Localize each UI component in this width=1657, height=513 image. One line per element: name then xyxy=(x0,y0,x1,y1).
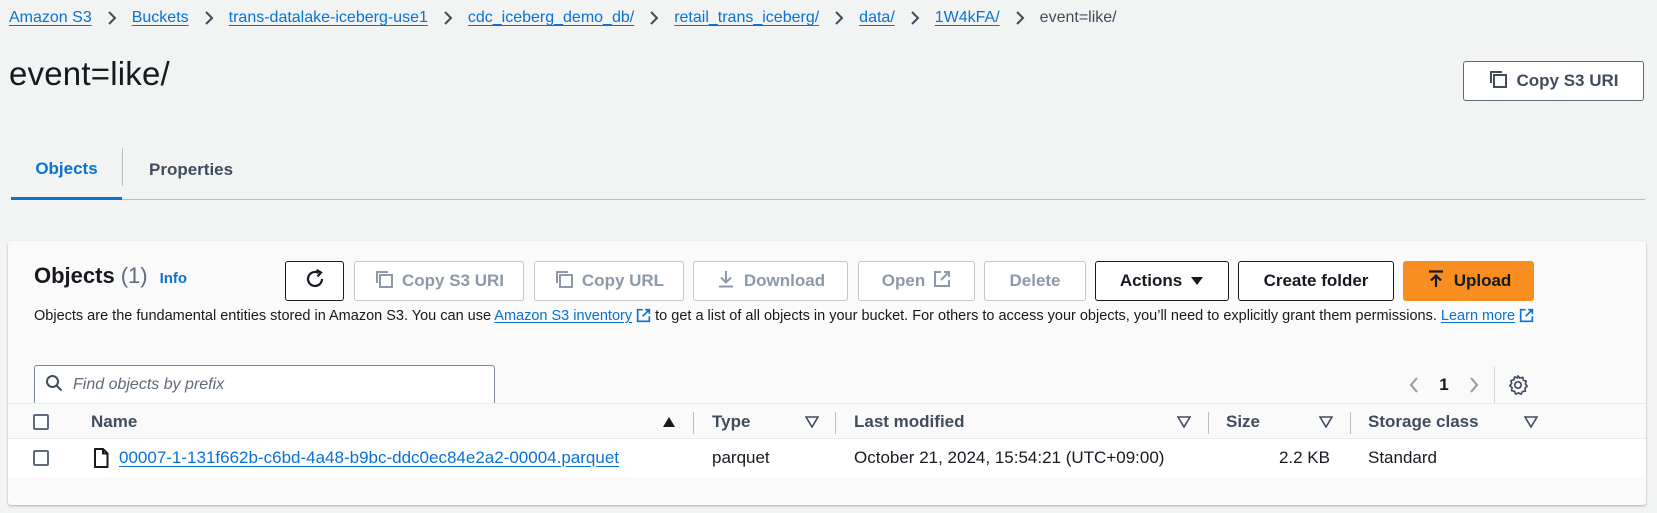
tab-divider xyxy=(122,148,123,186)
copy-s3-uri-toolbar-button[interactable]: Copy S3 URI xyxy=(354,261,524,301)
object-last-modified: October 21, 2024, 15:54:21 (UTC+09:00) xyxy=(854,448,1165,467)
s3-inventory-link[interactable]: Amazon S3 inventory xyxy=(494,308,632,324)
next-page-icon[interactable] xyxy=(1460,371,1488,399)
chevron-right-icon xyxy=(634,11,674,25)
download-label: Download xyxy=(743,271,826,290)
column-header-last-modified[interactable]: Last modified xyxy=(854,404,965,440)
object-storage-class: Standard xyxy=(1368,448,1437,467)
chevron-right-icon xyxy=(189,11,229,25)
info-link[interactable]: Info xyxy=(160,270,188,287)
select-all-checkbox[interactable] xyxy=(33,414,49,430)
breadcrumb-db[interactable]: cdc_iceberg_demo_db/ xyxy=(468,9,634,27)
download-button[interactable]: Download xyxy=(693,261,848,301)
open-button[interactable]: Open xyxy=(858,261,975,301)
chevron-right-icon xyxy=(1000,11,1040,25)
create-folder-button[interactable]: Create folder xyxy=(1238,261,1394,301)
gear-icon[interactable] xyxy=(1505,372,1531,398)
delete-label: Delete xyxy=(1009,271,1061,290)
external-link-icon xyxy=(933,270,951,293)
pagination-divider xyxy=(1494,366,1495,404)
search-icon xyxy=(45,374,63,397)
panel-header: Objects (1) Info xyxy=(34,263,187,289)
refresh-button[interactable] xyxy=(285,261,344,301)
upload-icon xyxy=(1426,269,1446,294)
column-separator[interactable] xyxy=(835,412,836,434)
breadcrumb-table[interactable]: retail_trans_iceberg/ xyxy=(674,9,819,27)
breadcrumb-data[interactable]: data/ xyxy=(859,9,895,27)
upload-button[interactable]: Upload xyxy=(1403,261,1534,301)
column-separator[interactable] xyxy=(1350,412,1351,434)
previous-page-icon[interactable] xyxy=(1400,371,1428,399)
search-input[interactable] xyxy=(73,376,494,394)
objects-description: Objects are the fundamental entities sto… xyxy=(34,306,1594,329)
chevron-right-icon xyxy=(819,11,859,25)
search-field[interactable] xyxy=(34,365,495,405)
delete-button[interactable]: Delete xyxy=(984,261,1086,301)
breadcrumb-bucket[interactable]: trans-datalake-iceberg-use1 xyxy=(229,9,428,27)
object-size: 2.2 KB xyxy=(1278,448,1330,467)
copy-icon xyxy=(1488,69,1508,94)
pagination: 1 xyxy=(1400,371,1488,399)
external-link-icon xyxy=(1519,308,1534,329)
tab-properties[interactable]: Properties xyxy=(149,140,233,199)
file-icon xyxy=(93,439,109,477)
table-header: Name Type Last modified Size Storage cla… xyxy=(8,403,1646,439)
chevron-right-icon xyxy=(895,11,935,25)
sort-ascending-icon[interactable] xyxy=(662,404,676,440)
tab-properties-label: Properties xyxy=(149,159,234,179)
external-link-icon xyxy=(636,308,651,329)
upload-label: Upload xyxy=(1453,271,1512,290)
caret-down-icon xyxy=(1190,271,1204,291)
column-header-size[interactable]: Size xyxy=(1226,404,1260,440)
object-count: (1) xyxy=(120,263,148,288)
breadcrumb: Amazon S3 Buckets trans-datalake-iceberg… xyxy=(9,8,1117,28)
column-header-name[interactable]: Name xyxy=(91,404,137,440)
copy-s3-uri-toolbar-label: Copy S3 URI xyxy=(401,271,505,290)
learn-more-link[interactable]: Learn more xyxy=(1441,308,1515,324)
description-text-2: to get a list of all objects in your buc… xyxy=(651,308,1441,324)
column-separator[interactable] xyxy=(1208,412,1209,434)
copy-s3-uri-button[interactable]: Copy S3 URI xyxy=(1463,61,1644,101)
open-label: Open xyxy=(881,271,926,290)
actions-dropdown[interactable]: Actions xyxy=(1095,261,1229,301)
table-row[interactable]: 00007-1-131f662b-c6bd-4a48-b9bc-ddc0ec84… xyxy=(8,439,1646,477)
description-text-1: Objects are the fundamental entities sto… xyxy=(34,308,495,324)
object-type: parquet xyxy=(712,448,770,467)
tab-objects[interactable]: Objects xyxy=(11,140,122,200)
object-name-link[interactable]: 00007-1-131f662b-c6bd-4a48-b9bc-ddc0ec84… xyxy=(119,439,619,477)
create-folder-label: Create folder xyxy=(1263,271,1369,290)
chevron-right-icon xyxy=(92,11,132,25)
copy-icon xyxy=(554,269,574,294)
copy-s3-uri-label: Copy S3 URI xyxy=(1516,71,1619,90)
breadcrumb-buckets[interactable]: Buckets xyxy=(132,9,189,27)
column-header-type[interactable]: Type xyxy=(712,404,750,440)
sort-icon[interactable] xyxy=(1177,404,1191,440)
copy-url-button[interactable]: Copy URL xyxy=(534,261,684,301)
objects-panel: Objects (1) Info Copy S3 URI Copy URL Do… xyxy=(8,241,1646,505)
copy-icon xyxy=(374,269,394,294)
column-header-storage-class[interactable]: Storage class xyxy=(1368,404,1479,440)
row-checkbox[interactable] xyxy=(33,450,49,466)
tab-list: Objects Properties xyxy=(11,140,1645,200)
sort-icon[interactable] xyxy=(805,404,819,440)
sort-icon[interactable] xyxy=(1524,404,1538,440)
page-title: event=like/ xyxy=(9,55,170,92)
actions-label: Actions xyxy=(1119,271,1183,290)
refresh-icon xyxy=(304,268,326,295)
page-number[interactable]: 1 xyxy=(1428,375,1460,395)
chevron-right-icon xyxy=(428,11,468,25)
copy-url-label: Copy URL xyxy=(581,271,665,290)
sort-icon[interactable] xyxy=(1319,404,1333,440)
breadcrumb-current: event=like/ xyxy=(1039,9,1117,26)
breadcrumb-amazon-s3[interactable]: Amazon S3 xyxy=(9,9,92,27)
panel-title: Objects xyxy=(34,263,115,288)
tab-objects-label: Objects xyxy=(35,158,98,178)
column-separator[interactable] xyxy=(693,412,694,434)
breadcrumb-partition[interactable]: 1W4kFA/ xyxy=(935,9,1000,27)
download-icon xyxy=(716,269,736,294)
